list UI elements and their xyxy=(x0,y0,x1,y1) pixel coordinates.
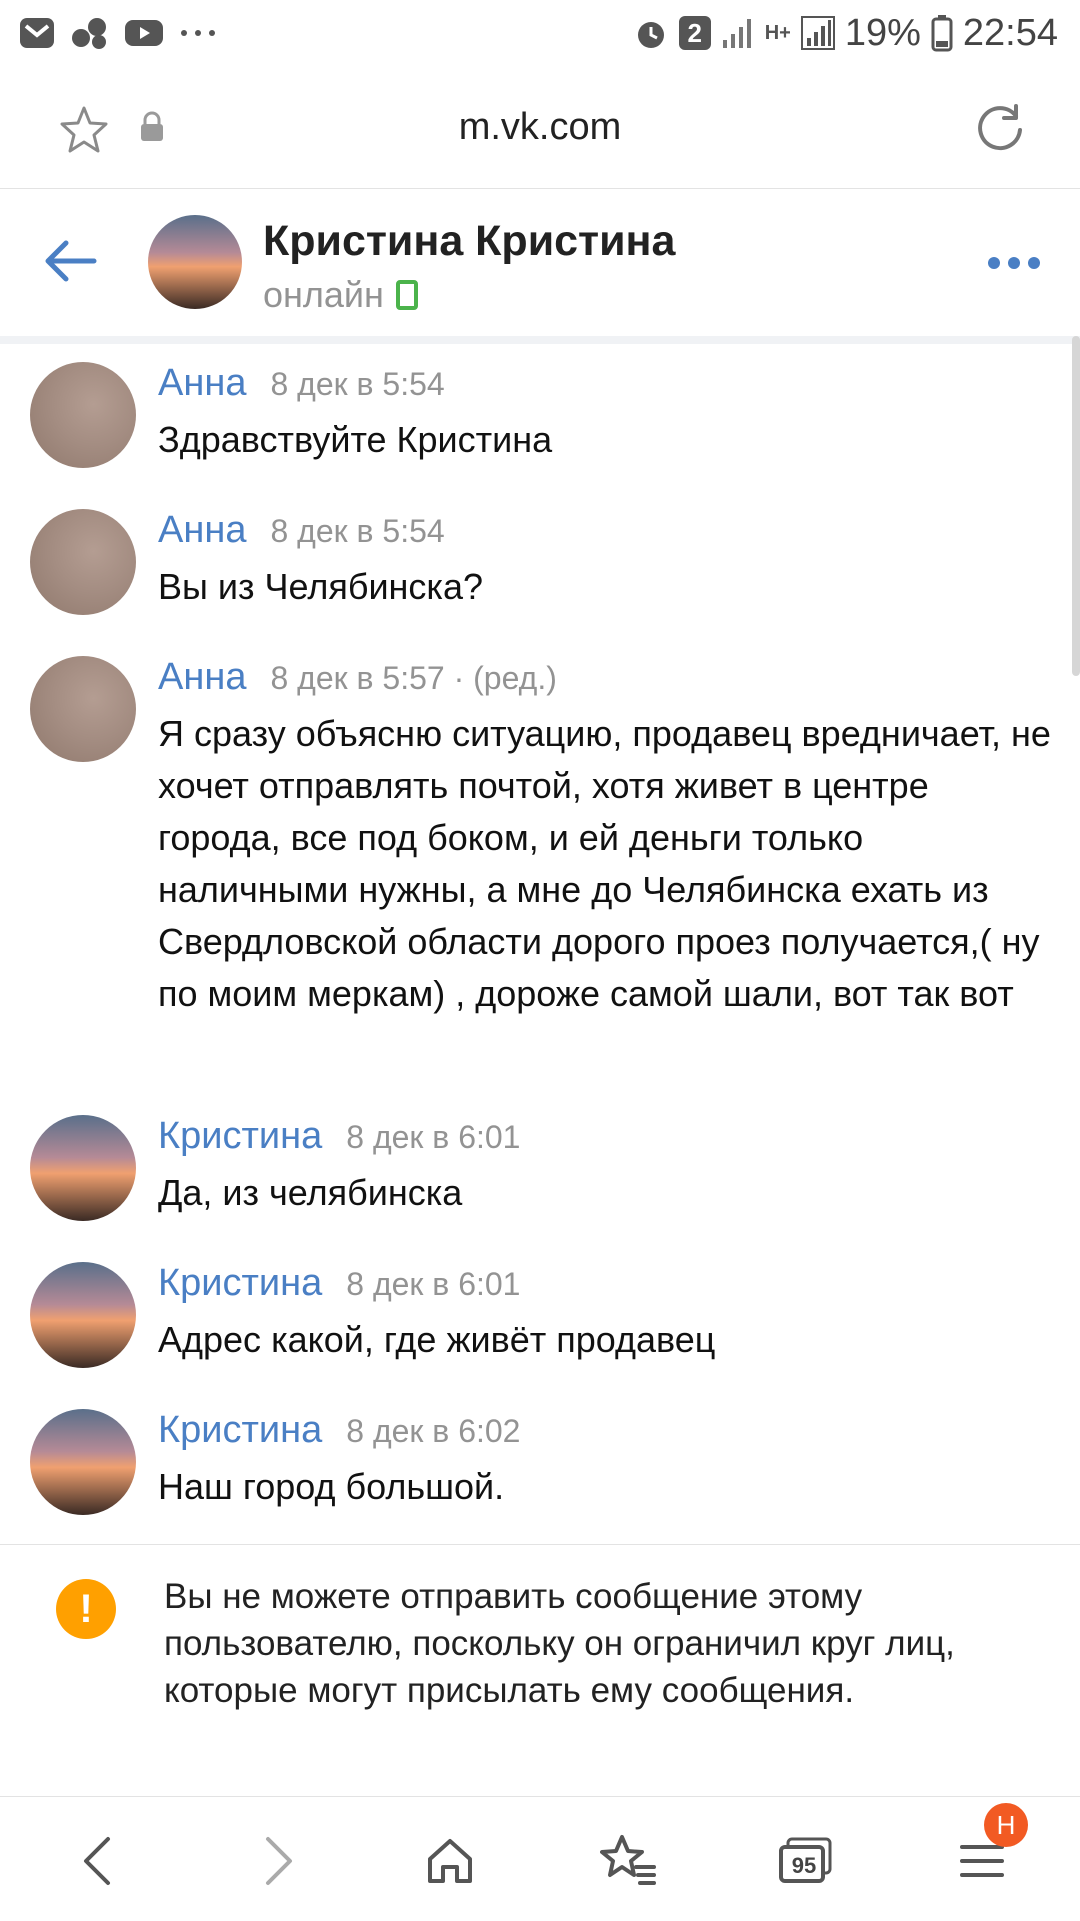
chat-avatar[interactable] xyxy=(148,215,242,309)
battery-percent: 19% xyxy=(844,11,921,54)
message-author[interactable]: Кристина xyxy=(158,1409,322,1452)
more-options-icon[interactable] xyxy=(988,257,1040,269)
chat-online-status: онлайн xyxy=(263,274,418,316)
alarm-icon xyxy=(633,15,669,51)
menu-icon[interactable]: Н xyxy=(952,1803,1028,1891)
cannot-send-notice: ! Вы не можете отправить сообщение этому… xyxy=(0,1544,1080,1797)
avatar[interactable] xyxy=(30,362,136,468)
status-left-icons xyxy=(18,12,218,54)
back-icon[interactable] xyxy=(68,1831,128,1891)
message-time: 8 дек в 5:54 xyxy=(270,513,445,549)
status-bar: 2 H+ 19% 22:54 xyxy=(0,0,1080,66)
reload-icon[interactable] xyxy=(972,100,1028,161)
online-status-text: онлайн xyxy=(263,274,384,315)
back-arrow-icon[interactable] xyxy=(42,239,98,288)
status-right-icons: 2 H+ 19% 22:54 xyxy=(633,10,1058,56)
forward-icon[interactable] xyxy=(248,1831,308,1891)
avatar[interactable] xyxy=(30,1262,136,1368)
scrollbar[interactable] xyxy=(1072,336,1080,676)
mobile-online-icon xyxy=(395,280,418,310)
notification-count-badge: 2 xyxy=(678,16,711,50)
message-time: 8 дек в 5:54 xyxy=(270,366,445,402)
chat-title[interactable]: Кристина Кристина xyxy=(263,217,675,266)
message-text: Да, из челябинска xyxy=(158,1172,463,1213)
network-type: H+ xyxy=(764,21,791,44)
avatar[interactable] xyxy=(30,656,136,762)
signal-icon-2 xyxy=(800,16,835,50)
battery-icon xyxy=(931,14,953,52)
url-field[interactable]: m.vk.com xyxy=(0,106,1080,149)
message-author[interactable]: Анна xyxy=(158,509,246,552)
message-author[interactable]: Анна xyxy=(158,362,246,405)
message-author[interactable]: Кристина xyxy=(158,1262,322,1305)
avatar[interactable] xyxy=(30,1115,136,1221)
browser-url-bar: m.vk.com xyxy=(0,66,1080,189)
message-text: Я сразу объясню ситуацию, продавец вредн… xyxy=(158,713,1051,1014)
youtube-icon xyxy=(124,18,164,48)
browser-bottom-nav: 95 Н xyxy=(0,1796,1080,1921)
tabs-count: 95 xyxy=(791,1853,817,1878)
message-text: Вы из Челябинска? xyxy=(158,566,484,607)
message-time: 8 дек в 6:02 xyxy=(346,1413,521,1449)
bookmarks-icon[interactable] xyxy=(598,1831,658,1891)
message-text: Здравствуйте Кристина xyxy=(158,419,553,460)
notice-text: Вы не можете отправить сообщение этому п… xyxy=(164,1577,955,1710)
home-icon[interactable] xyxy=(420,1831,480,1891)
message-time: 8 дек в 6:01 xyxy=(346,1266,521,1302)
tabs-icon[interactable]: 95 xyxy=(776,1831,836,1891)
chat-header: Кристина Кристина онлайн xyxy=(0,189,1080,336)
warning-icon: ! xyxy=(56,1579,116,1639)
message-time: 8 дек в 5:57 · (ред.) xyxy=(270,660,557,696)
more-dots-icon xyxy=(178,28,218,38)
message-author[interactable]: Кристина xyxy=(158,1115,322,1158)
signal-icon xyxy=(721,16,755,50)
clock: 22:54 xyxy=(962,11,1058,54)
menu-badge: Н xyxy=(984,1803,1028,1847)
message-time: 8 дек в 6:01 xyxy=(346,1119,521,1155)
message-text: Адрес какой, где живёт продавец xyxy=(158,1319,716,1360)
mail-icon xyxy=(18,16,56,50)
message-text: Наш город большой. xyxy=(158,1466,505,1507)
avatar[interactable] xyxy=(30,1409,136,1515)
avatar[interactable] xyxy=(30,509,136,615)
message-author[interactable]: Анна xyxy=(158,656,246,699)
cluster-icon xyxy=(70,16,110,50)
